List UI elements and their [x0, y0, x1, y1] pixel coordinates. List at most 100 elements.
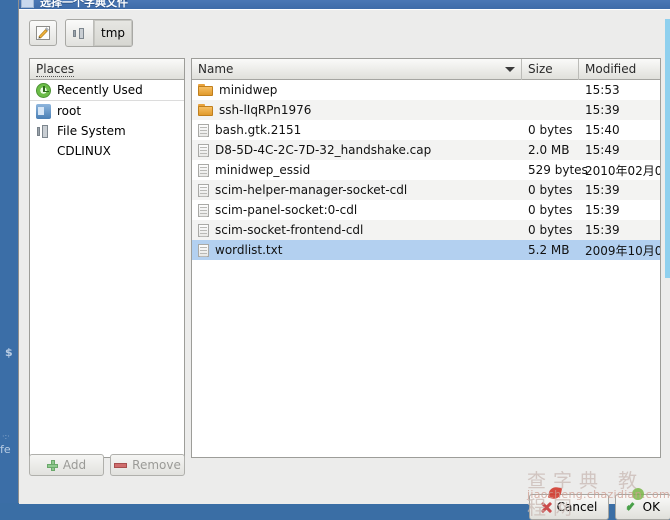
sidebar-item-label: File System — [57, 124, 126, 138]
file-name-label: minidwep_essid — [215, 163, 310, 177]
path-segment-drive[interactable] — [66, 20, 94, 46]
cancel-button[interactable]: Cancel — [529, 494, 609, 520]
file-name-label: bash.gtk.2151 — [215, 123, 301, 137]
file-name-cell: wordlist.txt — [192, 243, 522, 257]
blank-icon — [36, 144, 51, 159]
path-segment-label: tmp — [101, 26, 125, 40]
add-button-label: Add — [63, 458, 86, 472]
table-row[interactable]: minidwep_essid 529 bytes2010年02月02日 — [192, 160, 660, 180]
file-modified-cell: 15:40 — [579, 123, 660, 137]
cancel-button-label: Cancel — [557, 500, 598, 514]
table-row[interactable]: D8-5D-4C-2C-7D-32_handshake.cap2.0 MB15:… — [192, 140, 660, 160]
file-name-cell: scim-socket-frontend-cdl — [192, 223, 522, 237]
edit-location-button[interactable] — [29, 20, 57, 46]
folder-icon — [198, 104, 213, 116]
file-name-label: wordlist.txt — [215, 243, 282, 257]
document-icon — [198, 184, 209, 197]
drive-icon — [73, 27, 86, 40]
file-name-cell: D8-5D-4C-2C-7D-32_handshake.cap — [192, 143, 522, 157]
file-size-cell: 0 bytes — [522, 223, 579, 237]
file-size-cell: 5.2 MB — [522, 243, 579, 257]
column-header-size-label: Size — [528, 62, 553, 76]
cancel-x-icon — [541, 502, 552, 513]
table-row[interactable]: bash.gtk.2151 0 bytes15:40 — [192, 120, 660, 140]
document-icon — [198, 124, 209, 137]
file-name-cell: bash.gtk.2151 — [192, 123, 522, 137]
window-right-edge — [665, 278, 670, 478]
window-title: 选择一个字典文件 — [40, 0, 128, 9]
file-size-cell: 2.0 MB — [522, 143, 579, 157]
file-name-label: minidwep — [219, 83, 277, 97]
file-name-cell: minidwep — [192, 83, 522, 97]
table-row[interactable]: scim-socket-frontend-cdl 0 bytes15:39 — [192, 220, 660, 240]
document-icon — [198, 164, 209, 177]
remove-bookmark-button[interactable]: Remove — [110, 454, 185, 476]
document-icon — [198, 144, 209, 157]
file-rows: minidwep15:53ssh-lIqRPn197615:39bash.gtk… — [192, 80, 660, 457]
file-list-pane: Name Size Modified minidwep 15:53 ssh-lIqR… — [191, 58, 661, 458]
file-name-label: D8-5D-4C-2C-7D-32_handshake.cap — [215, 143, 431, 157]
desktop-left-stripe — [0, 0, 18, 503]
places-buttons: Add Remove — [29, 454, 185, 476]
remove-button-label: Remove — [132, 458, 181, 472]
file-chooser-dialog: 选择一个字典文件 tmp — [18, 0, 670, 503]
path-segment-tmp[interactable]: tmp — [94, 20, 132, 46]
sidebar-item-label: root — [57, 104, 81, 118]
window-icon — [21, 0, 34, 8]
file-name-cell: scim-panel-socket:0-cdl — [192, 203, 522, 217]
file-name-label: scim-helper-manager-socket-cdl — [215, 183, 407, 197]
file-modified-cell: 2009年10月09日 — [579, 242, 660, 259]
window-right-edge-highlight — [665, 19, 670, 279]
table-row[interactable]: wordlist.txt 5.2 MB2009年10月09日 — [192, 240, 660, 260]
sidebar-item-root[interactable]: root — [30, 101, 184, 121]
column-header-modified[interactable]: Modified — [579, 59, 660, 80]
file-modified-cell: 15:39 — [579, 103, 660, 117]
file-name-label: scim-socket-frontend-cdl — [215, 223, 363, 237]
file-size-cell: 0 bytes — [522, 123, 579, 137]
file-size-cell: 529 bytes — [522, 163, 579, 177]
dialog-client-area: tmp Places Recently Used root — [19, 9, 670, 504]
table-row[interactable]: scim-panel-socket:0-cdl 0 bytes15:39 — [192, 200, 660, 220]
document-icon — [198, 244, 209, 257]
file-modified-cell: 15:39 — [579, 183, 660, 197]
table-row[interactable]: minidwep 15:53 — [192, 80, 660, 100]
column-header-size[interactable]: Size — [522, 59, 579, 80]
pencil-edit-icon — [35, 25, 51, 41]
filesystem-drive-icon — [36, 124, 51, 139]
document-icon — [198, 204, 209, 217]
file-modified-cell: 15:39 — [579, 203, 660, 217]
file-modified-cell: 15:39 — [579, 223, 660, 237]
sidebar-item-cdlinux[interactable]: CDLINUX — [30, 141, 184, 161]
dialog-action-bar: Cancel OK — [19, 480, 670, 513]
file-name-cell: minidwep_essid — [192, 163, 522, 177]
file-name-cell: scim-helper-manager-socket-cdl — [192, 183, 522, 197]
document-icon — [198, 224, 209, 237]
folder-icon — [198, 84, 213, 96]
recent-clock-icon — [36, 83, 51, 98]
places-pane: Places Recently Used root File System — [29, 58, 185, 458]
home-folder-icon — [36, 104, 51, 119]
column-header-name-label: Name — [198, 62, 233, 76]
ok-button[interactable]: OK — [615, 494, 670, 520]
ok-button-label: OK — [643, 500, 660, 514]
file-modified-cell: 15:53 — [579, 83, 660, 97]
places-list: Recently Used root File System CDLINUX — [30, 80, 184, 457]
column-header-name[interactable]: Name — [192, 59, 522, 80]
sidebar-item-file-system[interactable]: File System — [30, 121, 184, 141]
table-row[interactable]: ssh-lIqRPn197615:39 — [192, 100, 660, 120]
file-modified-cell: 2010年02月02日 — [579, 162, 660, 179]
file-name-label: scim-panel-socket:0-cdl — [215, 203, 357, 217]
sidebar-item-recently-used[interactable]: Recently Used — [30, 80, 184, 101]
window-titlebar[interactable]: 选择一个字典文件 — [19, 0, 670, 9]
file-size-cell: 0 bytes — [522, 203, 579, 217]
table-row[interactable]: scim-helper-manager-socket-cdl0 bytes15:… — [192, 180, 660, 200]
plus-icon — [47, 460, 58, 471]
places-header: Places — [30, 59, 184, 80]
places-header-label: Places — [36, 62, 74, 77]
column-header-modified-label: Modified — [585, 62, 636, 76]
desktop-prompt-glyph: $ — [5, 346, 13, 359]
sidebar-item-label: CDLINUX — [57, 144, 111, 158]
desktop-dots-text: ·:· — [2, 432, 10, 441]
dialog-panes: Places Recently Used root File System — [29, 58, 661, 458]
add-bookmark-button[interactable]: Add — [29, 454, 104, 476]
